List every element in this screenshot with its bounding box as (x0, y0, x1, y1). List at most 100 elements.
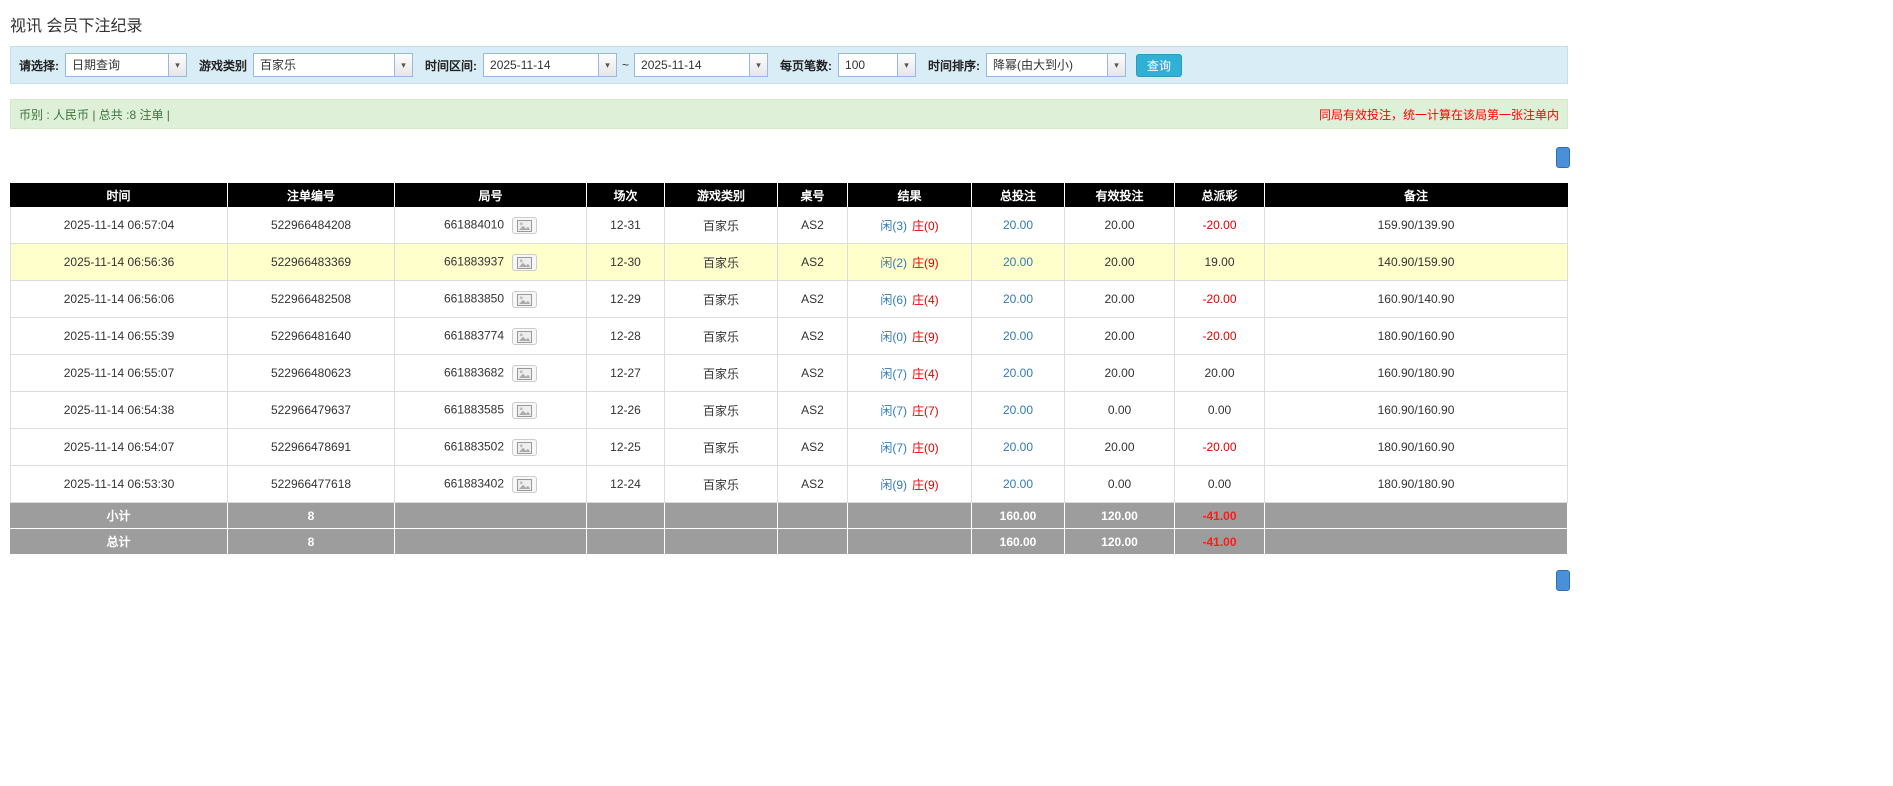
cell-valid-bet: 0.00 (1065, 392, 1175, 429)
picture-icon (517, 293, 533, 306)
video-replay-button[interactable] (512, 327, 538, 345)
chevron-down-icon[interactable]: ▾ (897, 54, 916, 76)
cell-note: 160.90/160.90 (1265, 392, 1568, 429)
cell-bet-id: 522966479637 (228, 392, 395, 429)
cell-round-id: 661883502 (395, 429, 587, 466)
round-id-value: 661883682 (443, 365, 505, 380)
cell-valid-bet: 20.00 (1065, 244, 1175, 281)
total-bet-link[interactable]: 20.00 (1003, 329, 1033, 343)
page-size-value: 100 (845, 58, 866, 72)
cell-note: 160.90/180.90 (1265, 355, 1568, 392)
subtotal-empty-cell (587, 503, 665, 529)
cell-table-no: AS2 (778, 392, 848, 429)
total-bet-link[interactable]: 20.00 (1003, 255, 1033, 269)
cell-table-no: AS2 (778, 318, 848, 355)
game-type-dropdown[interactable]: 百家乐 ▾ (253, 53, 414, 77)
result-player: 闲(7) (880, 366, 907, 381)
total-bet-link[interactable]: 20.00 (1003, 440, 1033, 454)
cell-bet-id: 522966483369 (228, 244, 395, 281)
col-total-bet: 总投注 (972, 183, 1065, 207)
result-banker: 庄(7) (912, 403, 939, 418)
date-to-picker[interactable]: 2025-11-14 ▾ (634, 53, 769, 77)
total-bet-link[interactable]: 20.00 (1003, 403, 1033, 417)
subtotal-row: 小计 8 160.00 120.00 -41.00 (10, 503, 1568, 529)
cell-result: 闲(6) 庄(4) (848, 281, 972, 318)
subtotal-empty-cell (665, 503, 778, 529)
cell-game-type: 百家乐 (665, 355, 778, 392)
round-id-value: 661883774 (443, 328, 505, 343)
total-bet-link[interactable]: 20.00 (1003, 366, 1033, 380)
video-replay-button[interactable] (512, 364, 538, 382)
result-banker: 庄(0) (912, 440, 939, 455)
result-player: 闲(7) (880, 440, 907, 455)
col-table-no: 桌号 (778, 183, 848, 207)
chevron-down-icon[interactable]: ▾ (1107, 54, 1126, 76)
total-empty-cell (665, 529, 778, 555)
cell-table-no: AS2 (778, 355, 848, 392)
round-id-value: 661883937 (443, 254, 505, 269)
total-row: 总计 8 160.00 120.00 -41.00 (10, 529, 1568, 555)
cell-session: 12-27 (587, 355, 665, 392)
cell-note: 160.90/140.90 (1265, 281, 1568, 318)
cell-note: 180.90/160.90 (1265, 318, 1568, 355)
cell-result: 闲(3) 庄(0) (848, 207, 972, 244)
video-replay-button[interactable] (512, 290, 538, 308)
result-player: 闲(3) (880, 218, 907, 233)
date-from-picker[interactable]: 2025-11-14 ▾ (483, 53, 618, 77)
cell-table-no: AS2 (778, 244, 848, 281)
cell-valid-bet: 20.00 (1065, 429, 1175, 466)
partial-button-bottom[interactable] (1556, 570, 1570, 591)
col-session: 场次 (587, 183, 665, 207)
video-replay-button[interactable] (512, 475, 538, 493)
video-replay-button[interactable] (512, 253, 538, 271)
cell-bet-id: 522966480623 (228, 355, 395, 392)
total-bet-link[interactable]: 20.00 (1003, 218, 1033, 232)
cell-note: 180.90/180.90 (1265, 466, 1568, 503)
subtotal-valid-bet: 120.00 (1065, 503, 1175, 529)
video-replay-button[interactable] (512, 401, 538, 419)
video-replay-button[interactable] (512, 216, 538, 234)
total-label: 总计 (10, 529, 228, 555)
total-bet-link[interactable]: 20.00 (1003, 292, 1033, 306)
chevron-down-icon[interactable]: ▾ (598, 54, 617, 76)
video-replay-button[interactable] (512, 438, 538, 456)
query-type-dropdown[interactable]: 日期查询 ▾ (65, 53, 187, 77)
picture-icon (517, 256, 533, 269)
table-row: 2025-11-14 06:56:06 522966482508 6618838… (10, 281, 1568, 318)
total-valid-bet: 120.00 (1065, 529, 1175, 555)
query-type-value: 日期查询 (72, 58, 121, 72)
cell-session: 12-31 (587, 207, 665, 244)
subtotal-total-bet: 160.00 (972, 503, 1065, 529)
cell-total-bet: 20.00 (972, 318, 1065, 355)
cell-game-type: 百家乐 (665, 429, 778, 466)
cell-payout: 19.00 (1175, 244, 1265, 281)
search-button[interactable]: 查询 (1136, 53, 1183, 77)
cell-valid-bet: 0.00 (1065, 466, 1175, 503)
table-row: 2025-11-14 06:54:07 522966478691 6618835… (10, 429, 1568, 466)
total-bet-link[interactable]: 20.00 (1003, 477, 1033, 491)
chevron-down-icon[interactable]: ▾ (394, 54, 413, 76)
chevron-down-icon[interactable]: ▾ (168, 54, 186, 76)
result-banker: 庄(9) (912, 329, 939, 344)
date-to-value: 2025-11-14 (641, 58, 702, 72)
table-row: 2025-11-14 06:53:30 522966477618 6618834… (10, 466, 1568, 503)
time-sort-dropdown[interactable]: 降幂(由大到小) ▾ (986, 53, 1127, 77)
page-size-dropdown[interactable]: 100 ▾ (838, 53, 917, 77)
cell-round-id: 661883850 (395, 281, 587, 318)
table-header-row: 时间 注单编号 局号 场次 游戏类别 桌号 结果 总投注 有效投注 总派彩 备注 (10, 183, 1568, 207)
cell-note: 159.90/139.90 (1265, 207, 1568, 244)
cell-result: 闲(7) 庄(0) (848, 429, 972, 466)
cell-valid-bet: 20.00 (1065, 281, 1175, 318)
col-time: 时间 (10, 183, 228, 207)
cell-game-type: 百家乐 (665, 281, 778, 318)
table-row: 2025-11-14 06:55:07 522966480623 6618836… (10, 355, 1568, 392)
cell-note: 180.90/160.90 (1265, 429, 1568, 466)
total-payout: -41.00 (1175, 529, 1265, 555)
chevron-down-icon[interactable]: ▾ (749, 54, 768, 76)
partial-button-top[interactable] (1556, 147, 1570, 168)
result-player: 闲(9) (880, 477, 907, 492)
result-banker: 庄(4) (912, 292, 939, 307)
col-result: 结果 (848, 183, 972, 207)
cell-result: 闲(9) 庄(9) (848, 466, 972, 503)
col-valid-bet: 有效投注 (1065, 183, 1175, 207)
